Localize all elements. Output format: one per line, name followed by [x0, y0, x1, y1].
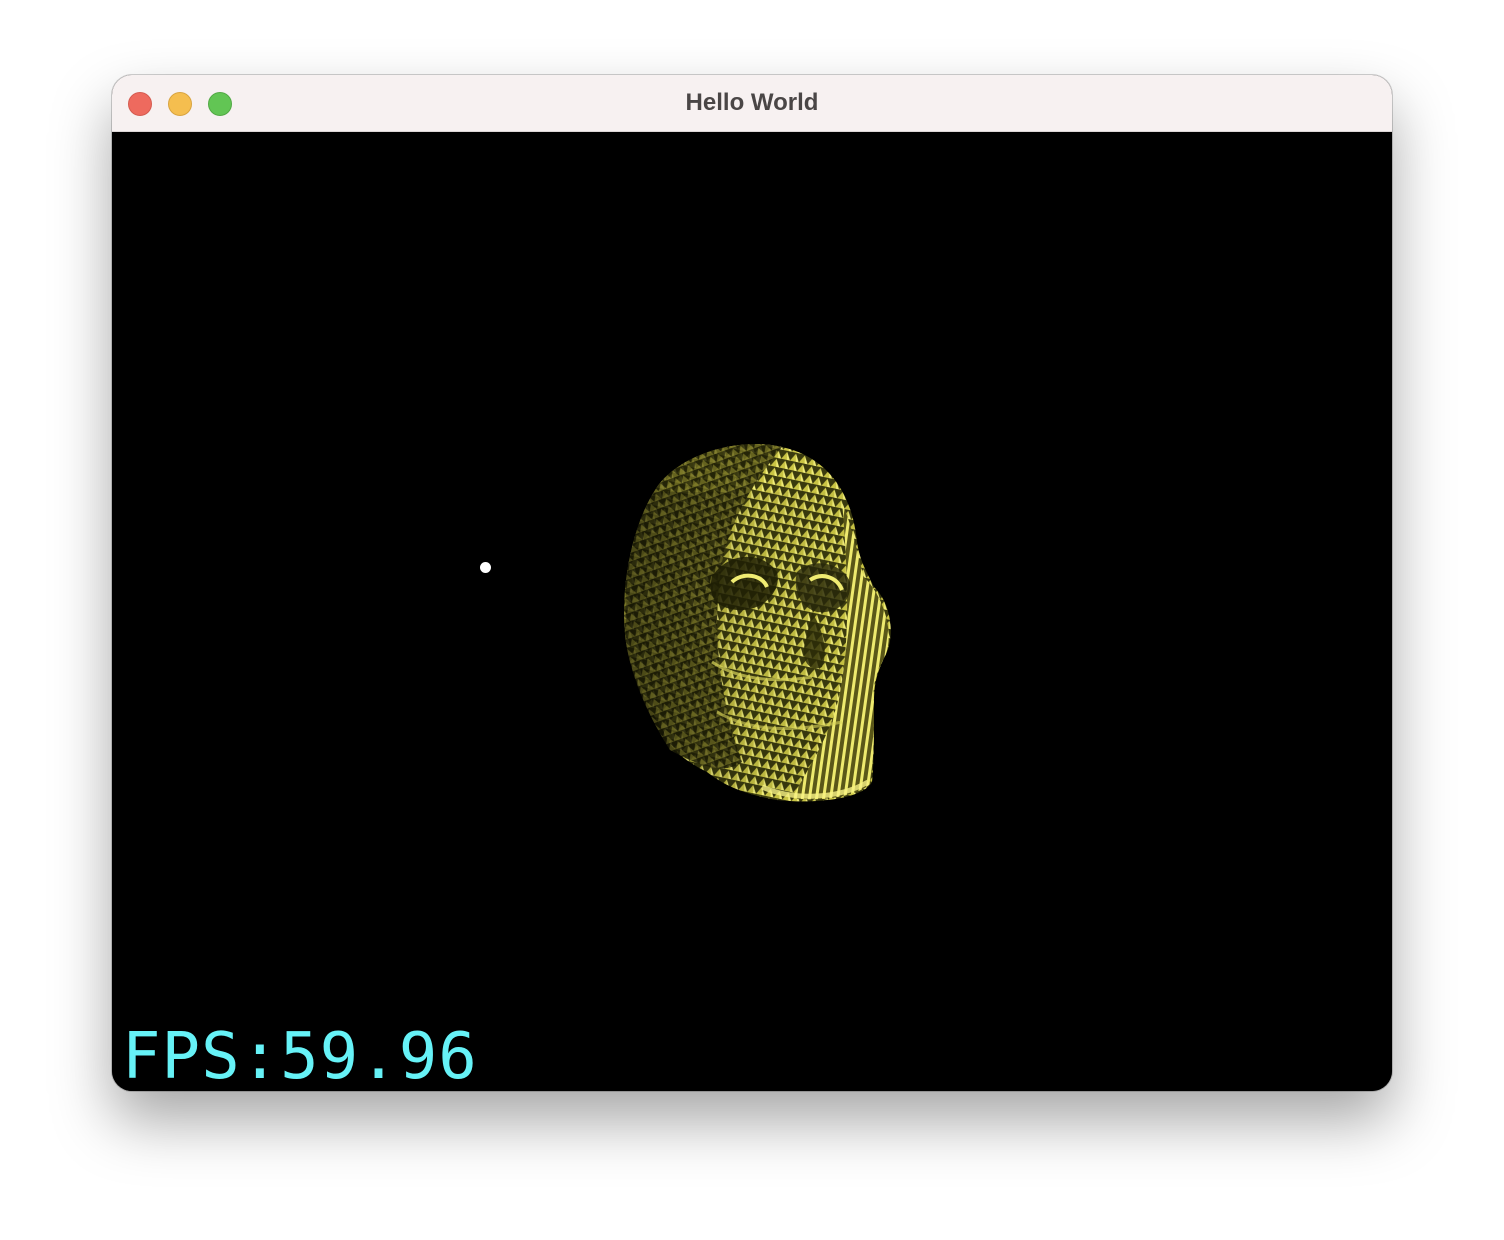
app-window: Hello World FPS:59.96: [112, 75, 1392, 1091]
render-viewport[interactable]: FPS:59.96: [112, 132, 1392, 1091]
light-source-icon: [480, 562, 491, 573]
fps-counter: FPS:59.96: [122, 1020, 478, 1091]
skull-model-icon: [624, 443, 891, 802]
window-title: Hello World: [685, 89, 819, 116]
title-bar[interactable]: Hello World: [112, 75, 1392, 132]
